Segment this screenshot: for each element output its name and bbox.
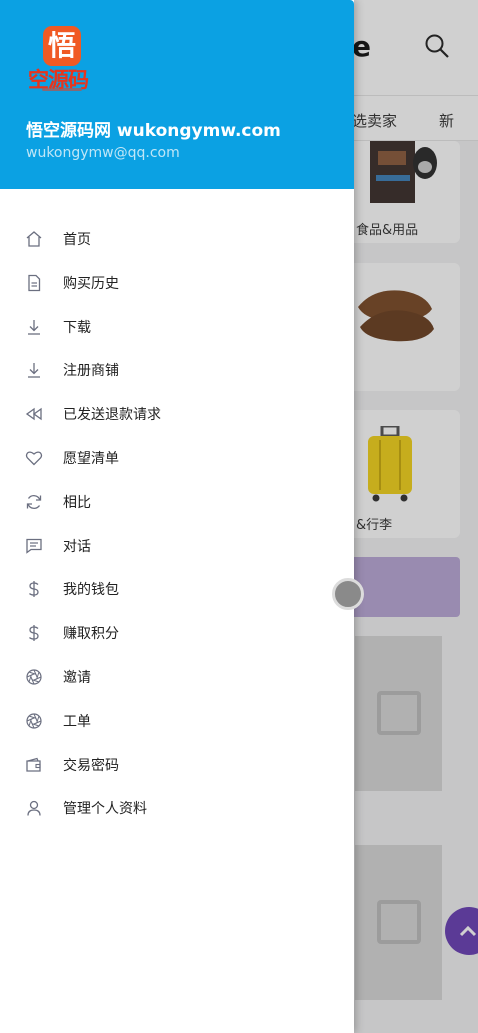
menu-item-label: 对话	[63, 538, 91, 555]
brand-logo-underline	[42, 88, 82, 91]
menu-item-label: 相比	[63, 494, 91, 511]
heart-icon	[25, 449, 43, 467]
brand-logo-mark: 悟	[43, 26, 81, 66]
menu-item-earn-points[interactable]: 赚取积分	[0, 611, 354, 655]
drawer-menu: 首页 购买历史 下载 注册商铺 已发送退款请求 愿望清单 相比 对话 我的钱包 …	[0, 217, 354, 830]
menu-item-label: 下载	[63, 319, 91, 336]
menu-item-label: 管理个人资料	[63, 801, 147, 818]
document-icon	[25, 274, 43, 292]
menu-item-label: 首页	[63, 232, 91, 248]
menu-item-purchase-history[interactable]: 购买历史	[0, 261, 354, 305]
menu-item-tickets[interactable]: 工单	[0, 699, 354, 743]
side-drawer: 悟 空源码 悟空源码网 wukongymw.com wukongymw@qq.c…	[0, 0, 354, 1033]
message-icon	[25, 537, 43, 555]
menu-item-label: 交易密码	[63, 757, 119, 774]
drawer-header: 悟 空源码 悟空源码网 wukongymw.com wukongymw@qq.c…	[0, 0, 354, 189]
menu-item-register-shop[interactable]: 注册商铺	[0, 348, 354, 392]
drawer-drag-handle[interactable]	[332, 578, 364, 610]
wallet-icon	[25, 756, 43, 774]
menu-item-trade-password[interactable]: 交易密码	[0, 743, 354, 787]
brand-logo: 悟 空源码	[28, 26, 98, 96]
menu-item-label: 邀请	[63, 669, 91, 686]
menu-item-conversations[interactable]: 对话	[0, 524, 354, 568]
menu-item-refund-requests[interactable]: 已发送退款请求	[0, 392, 354, 436]
dollar-icon	[25, 580, 43, 598]
menu-item-label: 购买历史	[63, 275, 119, 292]
menu-item-label: 已发送退款请求	[63, 407, 161, 424]
aperture-icon	[25, 712, 43, 730]
menu-item-home[interactable]: 首页	[0, 217, 354, 261]
menu-item-label: 赚取积分	[63, 626, 119, 643]
dollar-icon	[25, 624, 43, 642]
menu-item-label: 我的钱包	[63, 582, 119, 599]
rewind-icon	[25, 405, 43, 423]
menu-item-label: 注册商铺	[63, 363, 119, 380]
shop-name: 悟空源码网 wukongymw.com	[26, 121, 281, 141]
menu-item-label: 工单	[63, 713, 91, 730]
menu-item-downloads[interactable]: 下载	[0, 305, 354, 349]
user-icon	[25, 799, 43, 817]
menu-item-manage-profile[interactable]: 管理个人资料	[0, 786, 354, 830]
aperture-icon	[25, 668, 43, 686]
shop-email: wukongymw@qq.com	[26, 145, 180, 161]
menu-item-wishlist[interactable]: 愿望清单	[0, 436, 354, 480]
menu-item-invite[interactable]: 邀请	[0, 655, 354, 699]
refresh-icon	[25, 493, 43, 511]
download-icon	[25, 361, 43, 379]
home-icon	[25, 230, 43, 248]
menu-item-label: 愿望清单	[63, 450, 119, 467]
menu-item-compare[interactable]: 相比	[0, 480, 354, 524]
menu-item-my-wallet[interactable]: 我的钱包	[0, 567, 354, 611]
download-icon	[25, 318, 43, 336]
